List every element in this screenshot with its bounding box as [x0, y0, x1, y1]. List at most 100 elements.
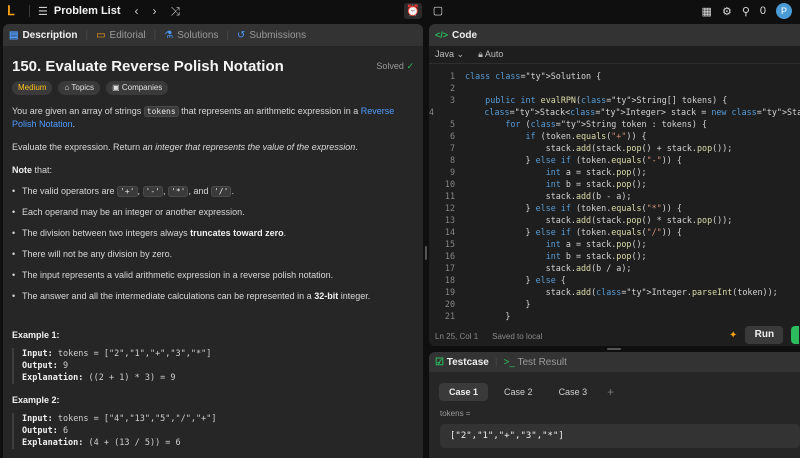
submit-button[interactable]: [791, 326, 800, 344]
line-number: 9: [449, 167, 455, 177]
language-select[interactable]: Java ⌄: [435, 49, 464, 60]
settings-icon[interactable]: ⚙: [722, 5, 732, 18]
code-line: 21 }: [429, 310, 800, 322]
line-number: 3: [449, 95, 455, 105]
top-bar: ᒪ ☰ Problem List ‹ › ⤨ ⏰ ▢ ▦ ⚙ ⚲ 0 P: [0, 0, 800, 22]
code-line: 13 stack.add(stack.pop() * stack.pop());: [429, 214, 800, 226]
chevron-down-icon: ⌄: [456, 49, 465, 59]
line-number: 17: [444, 263, 455, 273]
code-line: 14 } else if (token.equals("/")) {: [429, 226, 800, 238]
inline-code: tokens: [143, 106, 179, 117]
solved-status: Solved ✓: [376, 61, 414, 71]
case-tab-3[interactable]: Case 3: [549, 383, 598, 401]
code-text: } else if (token.equals("*")) {: [465, 203, 682, 213]
code-text: }: [465, 299, 531, 309]
code-text: for (class="ty">String token : tokens) {: [505, 119, 708, 129]
line-number: 1: [449, 71, 455, 81]
code-line: 16 int b = stack.pop();: [429, 250, 800, 262]
testcase-header: ☑ Testcase | >_ Test Result: [429, 352, 800, 372]
line-number: 5: [449, 119, 455, 129]
run-button[interactable]: Run: [745, 326, 784, 344]
code-line: 17 stack.add(b / a);: [429, 262, 800, 274]
tab-divider: |: [494, 356, 498, 368]
check-circle-icon: ✓: [406, 61, 414, 71]
tab-testcase[interactable]: ☑ Testcase: [435, 357, 489, 368]
code-text: public int evalRPN(class="ty">String[] t…: [485, 95, 728, 105]
code-text: } else {: [465, 275, 566, 285]
layout-icon[interactable]: ▦: [702, 5, 712, 18]
checkbox-icon: ☑: [435, 356, 444, 368]
code-line: 10 int b = stack.pop();: [429, 178, 800, 190]
code-panel: </> Code Java ⌄ 🔒︎ Auto 1 class class="ty…: [429, 24, 800, 346]
add-case-icon[interactable]: +: [607, 385, 614, 399]
sparkle-icon[interactable]: ✦: [729, 330, 737, 341]
leetcode-logo-icon[interactable]: ᒪ: [7, 4, 21, 18]
avatar[interactable]: P: [776, 3, 792, 19]
chips-row: Medium ⌂ Topics ▣ Companies: [12, 81, 414, 95]
tab-description[interactable]: ▤ Description: [9, 30, 77, 41]
tab-submissions[interactable]: ↺ Submissions: [237, 30, 306, 41]
tab-divider: |: [226, 29, 229, 41]
example-block: Input: tokens = ["4","13","5","/","+"] O…: [12, 413, 414, 449]
tab-editorial[interactable]: ▭ Editorial: [96, 30, 146, 41]
lock-icon: ▣: [112, 83, 122, 92]
code-line: 20 }: [429, 298, 800, 310]
chevron-left-icon[interactable]: ‹: [135, 4, 139, 18]
mode-select[interactable]: 🔒︎ Auto: [478, 49, 503, 60]
code-text: if (token.equals("+")) {: [525, 131, 647, 141]
code-line: 8 } else if (token.equals("-")) {: [429, 154, 800, 166]
top-right-actions: ▦ ⚙ ⚲ 0 P: [702, 3, 792, 19]
code-text: stack.add(stack.pop() * stack.pop());: [465, 215, 733, 225]
book-icon: ▭: [96, 29, 106, 41]
companies-chip[interactable]: ▣ Companies: [106, 81, 169, 95]
code-line: 5 for (class="ty">String token : tokens)…: [429, 118, 800, 130]
timer-icon[interactable]: ⏰: [404, 3, 422, 19]
code-line: 1 class class="ty">Solution {: [429, 70, 800, 82]
case-tabs: Case 1 Case 2 Case 3 +: [429, 383, 800, 401]
notification-icon[interactable]: ⚲: [742, 5, 750, 18]
topics-chip[interactable]: ⌂ Topics: [58, 81, 101, 95]
save-status: Saved to local: [492, 331, 543, 341]
code-line: 3 public int evalRPN(class="ty">String[]…: [429, 94, 800, 106]
shuffle-icon[interactable]: ⤨: [171, 4, 181, 19]
line-number: 20: [444, 299, 455, 309]
tab-divider: |: [153, 29, 157, 41]
code-editor[interactable]: 1 class class="ty">Solution {2 3 public in…: [429, 70, 800, 326]
testcase-input[interactable]: ["2","1","+","3","*"]: [440, 424, 800, 448]
line-number: 14: [444, 227, 455, 237]
difficulty-chip[interactable]: Medium: [12, 81, 53, 95]
code-text: } else if (token.equals("-")) {: [465, 155, 682, 165]
coin-count: 0: [759, 5, 766, 17]
tab-solutions[interactable]: ⚗ Solutions: [164, 30, 218, 41]
code-text: } else if (token.equals("/")) {: [465, 227, 682, 237]
line-number: 11: [444, 191, 455, 201]
note-icon[interactable]: ▢: [430, 3, 446, 19]
case-tab-1[interactable]: Case 1: [439, 383, 489, 401]
list-item: The division between two integers always…: [12, 227, 414, 240]
case-tab-2[interactable]: Case 2: [494, 383, 543, 401]
code-text: stack.add(b - a);: [465, 191, 632, 201]
list-item: The answer and all the intermediate calc…: [12, 290, 414, 303]
list-item: The input represents a valid arithmetic …: [12, 269, 414, 282]
code-line: 6 if (token.equals("+")) {: [429, 130, 800, 142]
vertical-resize-handle[interactable]: [424, 24, 428, 458]
code-line: 19 stack.add(class="ty">Integer.parseInt…: [429, 286, 800, 298]
line-number: 7: [449, 143, 455, 153]
list-item: The valid operators are '+', '-', '*', a…: [12, 185, 414, 198]
chevron-right-icon[interactable]: ›: [153, 4, 157, 18]
code-line: 11 stack.add(b - a);: [429, 190, 800, 202]
notes-list: The valid operators are '+', '-', '*', a…: [12, 185, 414, 303]
code-text: int b = stack.pop();: [545, 179, 647, 189]
problem-list-link[interactable]: Problem List: [54, 5, 121, 17]
description-tabs: ▤ Description | ▭ Editorial | ⚗ Solutions |…: [3, 24, 423, 46]
code-text: int a = stack.pop();: [545, 239, 647, 249]
code-line: 4 class="ty">Stack<class="ty">Integer> s…: [429, 106, 800, 118]
line-number: 16: [444, 251, 455, 261]
code-text: int b = stack.pop();: [545, 251, 647, 261]
code-text: }: [465, 311, 511, 321]
tab-test-result[interactable]: >_ Test Result: [503, 357, 566, 368]
history-icon: ↺: [237, 29, 246, 41]
terminal-icon: >_: [503, 356, 515, 368]
line-number: 15: [444, 239, 455, 249]
